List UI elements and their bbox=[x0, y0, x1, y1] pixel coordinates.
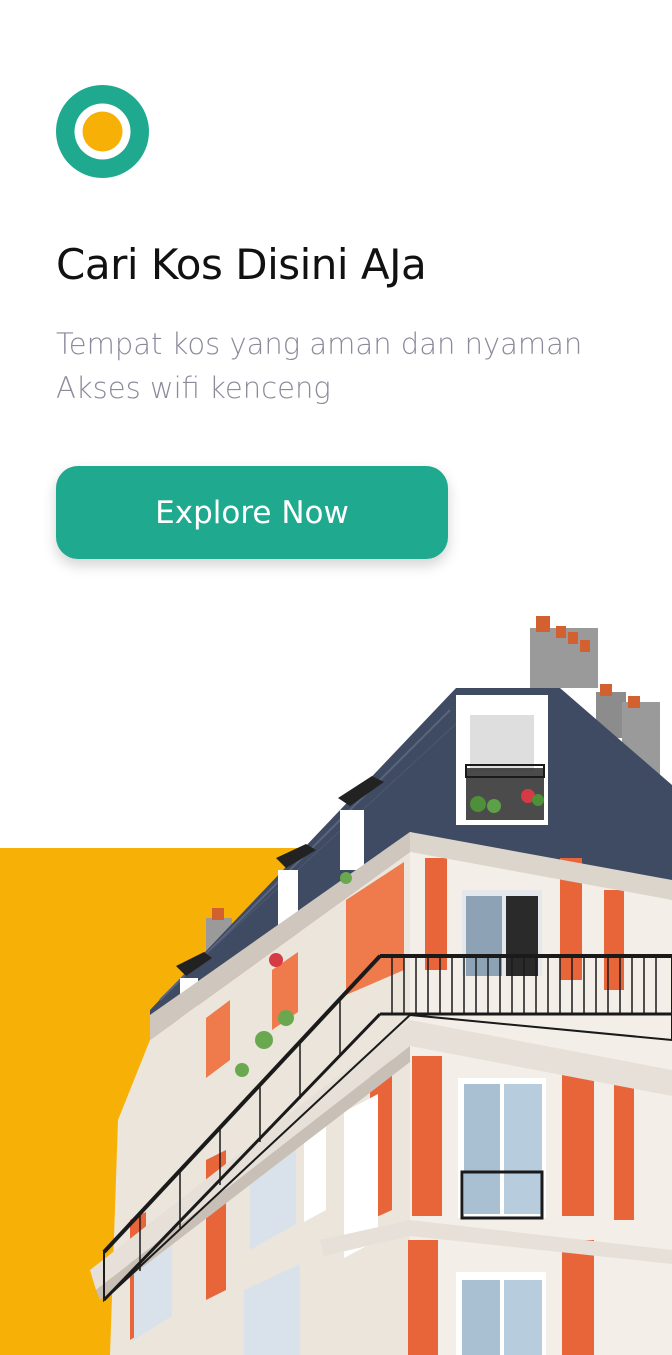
app-logo bbox=[56, 85, 149, 178]
subtitle-line: Tempat kos yang aman dan nyaman bbox=[56, 327, 583, 361]
apartment-building-image bbox=[90, 616, 672, 1355]
circle-logo-icon bbox=[56, 85, 149, 178]
page-subtitle: Tempat kos yang aman dan nyaman Akses wi… bbox=[56, 322, 636, 410]
explore-now-button[interactable]: Explore Now bbox=[56, 466, 448, 559]
page-title: Cari Kos Disini AJa bbox=[56, 240, 427, 289]
subtitle-line: Akses wifi kenceng bbox=[56, 371, 331, 405]
